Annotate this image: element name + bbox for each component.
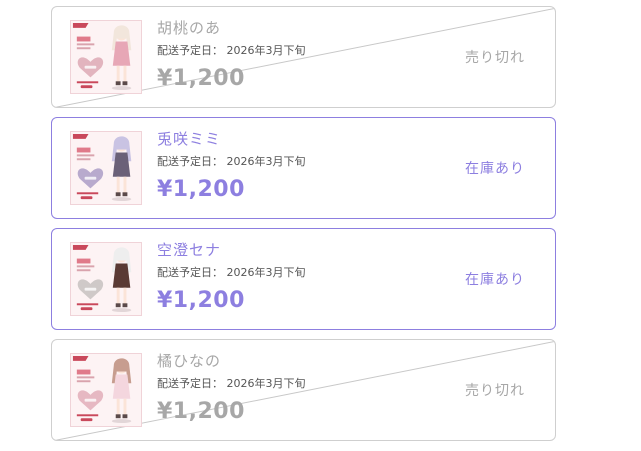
acrylic-stand-product-image (71, 354, 141, 426)
product-card[interactable]: 兎咲ミミ 配送予定日： 2026年3月下旬 ¥1,200 在庫あり (51, 117, 556, 219)
product-price: ¥1,200 (157, 66, 245, 91)
product-thumbnail (70, 242, 142, 316)
acrylic-stand-product-image (71, 243, 141, 315)
shipping-date: 配送予定日： 2026年3月下旬 (157, 44, 306, 57)
acrylic-stand-product-image (71, 21, 141, 93)
stock-status: 売り切れ (465, 383, 525, 399)
stock-status: 在庫あり (465, 272, 525, 288)
product-thumbnail (70, 131, 142, 205)
product-name: 胡桃のあ (157, 19, 222, 37)
shipping-date: 配送予定日： 2026年3月下旬 (157, 155, 306, 168)
shipping-date: 配送予定日： 2026年3月下旬 (157, 377, 306, 390)
product-name: 空澄セナ (157, 241, 222, 259)
shipping-date: 配送予定日： 2026年3月下旬 (157, 266, 306, 279)
product-thumbnail (70, 353, 142, 427)
product-price: ¥1,200 (157, 177, 245, 202)
product-thumbnail (70, 20, 142, 94)
product-price: ¥1,200 (157, 288, 245, 313)
product-name: 橘ひなの (157, 352, 222, 370)
product-name: 兎咲ミミ (157, 130, 222, 148)
product-price: ¥1,200 (157, 399, 245, 424)
acrylic-stand-product-image (71, 132, 141, 204)
stock-status: 在庫あり (465, 161, 525, 177)
product-card[interactable]: 空澄セナ 配送予定日： 2026年3月下旬 ¥1,200 在庫あり (51, 228, 556, 330)
product-card[interactable]: 橘ひなの 配送予定日： 2026年3月下旬 ¥1,200 売り切れ (51, 339, 556, 441)
product-card[interactable]: 胡桃のあ 配送予定日： 2026年3月下旬 ¥1,200 売り切れ (51, 6, 556, 108)
stock-status: 売り切れ (465, 50, 525, 66)
